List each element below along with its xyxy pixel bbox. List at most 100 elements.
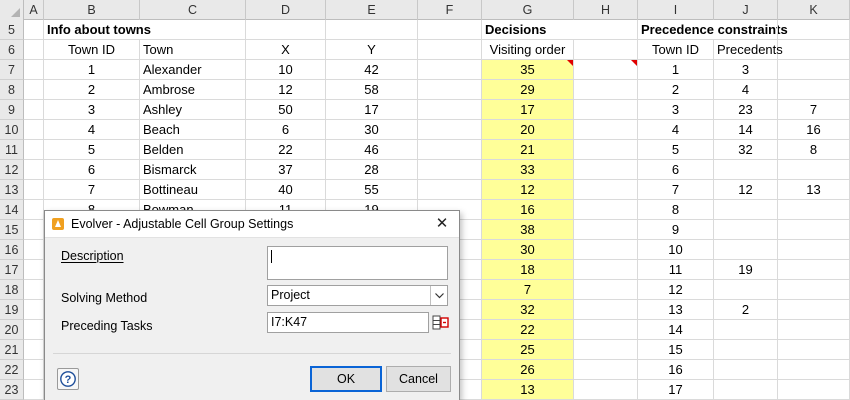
- cell-f[interactable]: [418, 120, 482, 140]
- cell-h[interactable]: [574, 20, 638, 40]
- cell-e[interactable]: 55: [326, 180, 418, 200]
- column-header-e[interactable]: E: [326, 0, 418, 20]
- column-header-c[interactable]: C: [140, 0, 246, 20]
- cell-i[interactable]: 13: [638, 300, 714, 320]
- cell-b[interactable]: 2: [44, 80, 140, 100]
- cell-g[interactable]: 13: [482, 380, 574, 400]
- cell-b[interactable]: 7: [44, 180, 140, 200]
- row-header[interactable]: 9: [0, 100, 24, 120]
- cell-h[interactable]: [574, 160, 638, 180]
- row-header[interactable]: 22: [0, 360, 24, 380]
- cell-g[interactable]: Visiting order: [482, 40, 574, 60]
- column-header-h[interactable]: H: [574, 0, 638, 20]
- row-header[interactable]: 14: [0, 200, 24, 220]
- cell-k[interactable]: [778, 220, 850, 240]
- cell-c[interactable]: Beach: [140, 120, 246, 140]
- description-field[interactable]: [267, 246, 448, 280]
- cell-d[interactable]: 22: [246, 140, 326, 160]
- cell-j[interactable]: [714, 20, 778, 40]
- cell-e[interactable]: 28: [326, 160, 418, 180]
- cell-e[interactable]: 58: [326, 80, 418, 100]
- cell-i[interactable]: 12: [638, 280, 714, 300]
- cell-a[interactable]: [24, 180, 44, 200]
- cell-a[interactable]: [24, 320, 44, 340]
- cell-j[interactable]: [714, 240, 778, 260]
- cell-i[interactable]: 6: [638, 160, 714, 180]
- column-header-g[interactable]: G: [482, 0, 574, 20]
- cell-k[interactable]: [778, 380, 850, 400]
- cell-a[interactable]: [24, 360, 44, 380]
- row-header[interactable]: 6: [0, 40, 24, 60]
- cell-g[interactable]: 20: [482, 120, 574, 140]
- cell-h[interactable]: [574, 180, 638, 200]
- cell-k[interactable]: [778, 60, 850, 80]
- row-header[interactable]: 10: [0, 120, 24, 140]
- cell-f[interactable]: [418, 180, 482, 200]
- cell-g[interactable]: 12: [482, 180, 574, 200]
- cell-k[interactable]: [778, 260, 850, 280]
- cell-b[interactable]: 3: [44, 100, 140, 120]
- cell-k[interactable]: 7: [778, 100, 850, 120]
- cell-b[interactable]: 6: [44, 160, 140, 180]
- cell-h[interactable]: [574, 80, 638, 100]
- row-header[interactable]: 8: [0, 80, 24, 100]
- cell-i[interactable]: 14: [638, 320, 714, 340]
- cell-h[interactable]: [574, 320, 638, 340]
- cell-e[interactable]: 30: [326, 120, 418, 140]
- row-header[interactable]: 7: [0, 60, 24, 80]
- cell-c[interactable]: Alexander: [140, 60, 246, 80]
- cell-h[interactable]: [574, 140, 638, 160]
- column-header-i[interactable]: I: [638, 0, 714, 20]
- row-header[interactable]: 11: [0, 140, 24, 160]
- close-icon[interactable]: ✕: [431, 211, 453, 237]
- row-header[interactable]: 16: [0, 240, 24, 260]
- cell-a[interactable]: [24, 280, 44, 300]
- cell-j[interactable]: 32: [714, 140, 778, 160]
- cell-g[interactable]: 25: [482, 340, 574, 360]
- cell-j[interactable]: [714, 320, 778, 340]
- cell-g[interactable]: 38: [482, 220, 574, 240]
- cell-i[interactable]: 7: [638, 180, 714, 200]
- cell-d[interactable]: 6: [246, 120, 326, 140]
- cell-d[interactable]: [246, 20, 326, 40]
- cell-b[interactable]: Town ID: [44, 40, 140, 60]
- cell-k[interactable]: [778, 20, 850, 40]
- cell-a[interactable]: [24, 140, 44, 160]
- preceding-tasks-field[interactable]: I7:K47: [267, 312, 429, 333]
- cell-c[interactable]: [140, 20, 246, 40]
- cell-a[interactable]: [24, 80, 44, 100]
- cell-a[interactable]: [24, 40, 44, 60]
- cell-d[interactable]: X: [246, 40, 326, 60]
- cell-j[interactable]: Precedents: [714, 40, 783, 60]
- cell-h[interactable]: [574, 120, 638, 140]
- row-header[interactable]: 13: [0, 180, 24, 200]
- row-header[interactable]: 18: [0, 280, 24, 300]
- cell-g[interactable]: 35: [482, 60, 574, 80]
- cell-j[interactable]: 4: [714, 80, 778, 100]
- cell-c[interactable]: Bottineau: [140, 180, 246, 200]
- cell-d[interactable]: 40: [246, 180, 326, 200]
- cell-f[interactable]: [418, 80, 482, 100]
- cell-g[interactable]: 33: [482, 160, 574, 180]
- cell-h[interactable]: [574, 220, 638, 240]
- column-header-b[interactable]: B: [44, 0, 140, 20]
- cell-a[interactable]: [24, 60, 44, 80]
- cell-k[interactable]: [778, 200, 850, 220]
- cell-j[interactable]: [714, 200, 778, 220]
- cell-h[interactable]: [574, 360, 638, 380]
- cell-a[interactable]: [24, 300, 44, 320]
- cell-e[interactable]: Y: [326, 40, 418, 60]
- cell-k[interactable]: [778, 300, 850, 320]
- cell-d[interactable]: 50: [246, 100, 326, 120]
- cell-c[interactable]: Ambrose: [140, 80, 246, 100]
- cell-c[interactable]: Belden: [140, 140, 246, 160]
- cell-i[interactable]: 17: [638, 380, 714, 400]
- column-header-f[interactable]: F: [418, 0, 482, 20]
- cell-a[interactable]: [24, 100, 44, 120]
- cell-h[interactable]: [574, 260, 638, 280]
- cell-g[interactable]: 16: [482, 200, 574, 220]
- cell-g[interactable]: Decisions: [482, 20, 574, 40]
- cell-g[interactable]: 7: [482, 280, 574, 300]
- cell-e[interactable]: 42: [326, 60, 418, 80]
- cell-b[interactable]: 5: [44, 140, 140, 160]
